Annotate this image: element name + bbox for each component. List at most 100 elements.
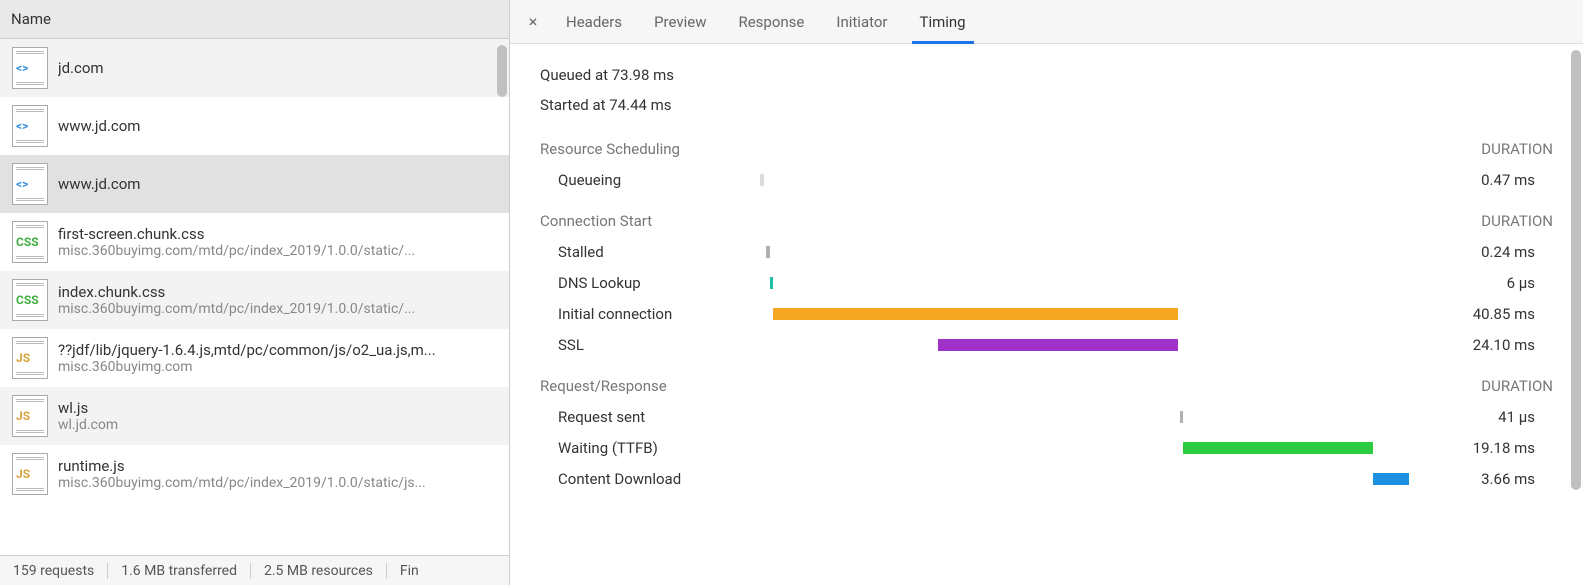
timing-bar-track xyxy=(760,440,1400,456)
request-title: wl.js xyxy=(58,399,497,417)
details-panel: × HeadersPreviewResponseInitiatorTiming … xyxy=(510,0,1583,585)
request-row[interactable]: JS wl.jswl.jd.com xyxy=(0,387,509,445)
request-title: first-screen.chunk.css xyxy=(58,225,497,243)
request-text: index.chunk.cssmisc.360buyimg.com/mtd/pc… xyxy=(58,283,497,317)
tab-timing[interactable]: Timing xyxy=(904,0,982,43)
section-title: Connection Start xyxy=(540,212,652,230)
timing-label: DNS Lookup xyxy=(540,274,760,292)
section-title: Resource Scheduling xyxy=(540,140,680,158)
request-subtitle: misc.360buyimg.com xyxy=(58,359,497,375)
timing-bar-track xyxy=(760,275,1400,291)
request-list[interactable]: <>jd.com<>www.jd.com<>www.jd.comCSSfirst… xyxy=(0,39,509,555)
duration-header: DURATION xyxy=(1481,377,1553,395)
timing-row: SSL 24.10 ms xyxy=(540,333,1553,357)
timing-bar-track xyxy=(760,306,1400,322)
request-text: first-screen.chunk.cssmisc.360buyimg.com… xyxy=(58,225,497,259)
timing-bar-track xyxy=(760,172,1400,188)
request-row[interactable]: JS ??jdf/lib/jquery-1.6.4.js,mtd/pc/commo… xyxy=(0,329,509,387)
js-file-icon: JS xyxy=(12,337,48,379)
request-row[interactable]: CSS first-screen.chunk.cssmisc.360buyimg.… xyxy=(0,213,509,271)
timing-row: Content Download 3.66 ms xyxy=(540,467,1553,491)
request-subtitle: misc.360buyimg.com/mtd/pc/index_2019/1.0… xyxy=(58,243,497,259)
transferred-size: 1.6 MB transferred xyxy=(108,563,251,579)
tab-headers[interactable]: Headers xyxy=(550,0,638,43)
timing-section: Request/Response DURATION Request sent 41 µ… xyxy=(540,377,1553,491)
requests-count: 159 requests xyxy=(0,563,108,579)
request-text: www.jd.com xyxy=(58,175,497,193)
started-at: Started at 74.44 ms xyxy=(540,96,1553,114)
timing-row: DNS Lookup6 µs xyxy=(540,271,1553,295)
timing-bar-track xyxy=(760,471,1400,487)
timing-row: Initial connection 40.85 ms xyxy=(540,302,1553,326)
doc-file-icon: <> xyxy=(12,47,48,89)
timing-section: Resource SchedulingDURATIONQueueing0.47 … xyxy=(540,140,1553,192)
timing-row: Waiting (TTFB) 19.18 ms xyxy=(540,436,1553,460)
duration-header: DURATION xyxy=(1481,212,1553,230)
timing-bar xyxy=(1183,442,1373,454)
timing-bar-track xyxy=(760,337,1400,353)
request-row[interactable]: <> www.jd.com xyxy=(0,155,509,213)
request-text: www.jd.com xyxy=(58,117,497,135)
timing-duration: 0.24 ms xyxy=(1400,243,1553,261)
request-text: ??jdf/lib/jquery-1.6.4.js,mtd/pc/common/… xyxy=(58,341,497,375)
close-icon[interactable]: × xyxy=(516,12,550,31)
timing-duration: 40.85 ms xyxy=(1400,305,1553,323)
timing-bar xyxy=(773,308,1178,320)
js-file-icon: JS xyxy=(12,395,48,437)
timing-label: Stalled xyxy=(540,243,760,261)
doc-file-icon: <> xyxy=(12,163,48,205)
request-row[interactable]: <>www.jd.com xyxy=(0,97,509,155)
section-title: Request/Response xyxy=(540,377,667,395)
timing-label: Request sent xyxy=(540,408,760,426)
network-requests-panel: Name <>jd.com<>www.jd.com<>www.jd.comCSS… xyxy=(0,0,510,585)
timing-bar xyxy=(1180,411,1183,423)
tab-preview[interactable]: Preview xyxy=(638,0,722,43)
name-column-header[interactable]: Name xyxy=(0,0,509,39)
timing-summary: Queued at 73.98 ms Started at 74.44 ms xyxy=(540,66,1553,114)
timing-label: Content Download xyxy=(540,470,760,488)
duration-header: DURATION xyxy=(1481,140,1553,158)
request-row[interactable]: <> jd.com xyxy=(0,39,509,97)
request-subtitle: misc.360buyimg.com/mtd/pc/index_2019/1.0… xyxy=(58,475,497,491)
timing-panel: Queued at 73.98 ms Started at 74.44 ms R… xyxy=(510,44,1583,585)
timing-bar xyxy=(770,277,773,289)
timing-bar xyxy=(766,246,770,258)
queued-at: Queued at 73.98 ms xyxy=(540,66,1553,84)
timing-row: Request sent 41 µs xyxy=(540,405,1553,429)
details-scrollbar[interactable] xyxy=(1571,50,1581,490)
timing-bar xyxy=(760,174,764,186)
list-scrollbar[interactable] xyxy=(497,45,507,97)
request-title: www.jd.com xyxy=(58,117,497,135)
request-row[interactable]: JS runtime.jsmisc.360buyimg.com/mtd/pc/in… xyxy=(0,445,509,503)
tab-initiator[interactable]: Initiator xyxy=(820,0,903,43)
details-tabs: × HeadersPreviewResponseInitiatorTiming xyxy=(510,0,1583,44)
timing-bar xyxy=(938,339,1178,351)
request-text: wl.jswl.jd.com xyxy=(58,399,497,433)
timing-duration: 19.18 ms xyxy=(1400,439,1553,457)
request-title: www.jd.com xyxy=(58,175,497,193)
timing-label: Initial connection xyxy=(540,305,760,323)
css-file-icon: CSS xyxy=(12,221,48,263)
timing-section: Connection Start DURATION Stalled 0.24 ms DN… xyxy=(540,212,1553,357)
tab-response[interactable]: Response xyxy=(722,0,820,43)
timing-bar xyxy=(1373,473,1409,485)
timing-label: SSL xyxy=(540,336,760,354)
request-text: runtime.jsmisc.360buyimg.com/mtd/pc/inde… xyxy=(58,457,497,491)
request-row[interactable]: CSS index.chunk.cssmisc.360buyimg.com/mtd… xyxy=(0,271,509,329)
finish-time: Fin xyxy=(387,563,432,579)
timing-bar-track xyxy=(760,409,1400,425)
timing-duration: 41 µs xyxy=(1400,408,1553,426)
js-file-icon: JS xyxy=(12,453,48,495)
request-title: runtime.js xyxy=(58,457,497,475)
request-subtitle: misc.360buyimg.com/mtd/pc/index_2019/1.0… xyxy=(58,301,497,317)
css-file-icon: CSS xyxy=(12,279,48,321)
timing-duration: 3.66 ms xyxy=(1400,470,1553,488)
request-title: index.chunk.css xyxy=(58,283,497,301)
timing-duration: 24.10 ms xyxy=(1400,336,1553,354)
request-text: jd.com xyxy=(58,59,497,77)
request-title: jd.com xyxy=(58,59,497,77)
timing-label: Waiting (TTFB) xyxy=(540,439,760,457)
timing-bar-track xyxy=(760,244,1400,260)
request-title: ??jdf/lib/jquery-1.6.4.js,mtd/pc/common/… xyxy=(58,341,497,359)
timing-label: Queueing xyxy=(540,171,760,189)
